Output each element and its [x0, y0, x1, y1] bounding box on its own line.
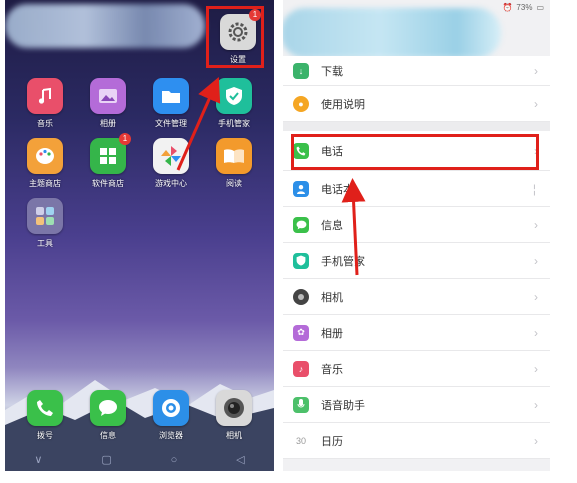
tutorial-screenshot: 1 设置 音乐 相册 文件管理 手机管家 主题商店 1 软件商店 游戏中心 阅读… [0, 0, 577, 483]
arrow-to-settings [176, 77, 221, 171]
annotation-arrows [176, 77, 366, 276]
arrow-to-phone-row [341, 178, 366, 276]
